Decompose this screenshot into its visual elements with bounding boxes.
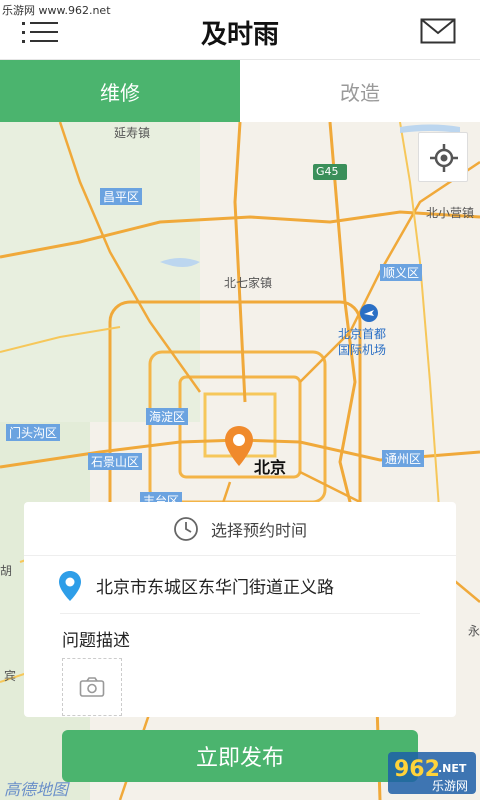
time-picker-label: 选择预约时间 [210,520,307,540]
amap-logo: 高德地图 [4,780,69,799]
map-label: 宾 [4,669,17,683]
locate-icon[interactable] [418,132,468,182]
map-label: 海淀区 [146,408,189,425]
tab-renovation[interactable]: 改造 [240,60,480,122]
site-watermark-logo: 962 .NET 乐游网 [388,750,478,796]
order-card: 选择预约时间 北京市东城区东华门街道正义路 问题描述 [24,502,456,717]
map-label: 北七家镇 [224,276,273,290]
tab-repair[interactable]: 维修 [0,60,240,122]
page-title: 及时雨 [200,20,279,50]
map-label: 昌平区 [100,188,143,205]
mail-icon[interactable] [420,18,456,44]
map-label: 永 [468,624,480,638]
clock-icon [174,516,198,541]
svg-text:乐游网: 乐游网 [432,779,468,793]
location-pin-icon [59,570,81,601]
add-photo-button[interactable] [62,658,122,716]
map-label: 门头沟区 [6,424,61,441]
watermark-text: 乐游网 www.962.net [2,4,111,17]
map-label: 顺义区 [380,264,423,281]
map-label: 胡 [0,564,13,578]
map-label: 延寿镇 [114,126,151,140]
address-field[interactable]: 北京市东城区东华门街道正义路 [59,558,420,614]
airport-label: 北京首都 国际机场 [338,327,387,357]
map-label: 通州区 [382,450,425,467]
tab-bar: 维修 改造 [0,60,480,122]
address-text: 北京市东城区东华门街道正义路 [96,578,334,598]
time-picker[interactable]: 选择预约时间 [24,502,456,556]
map-label: 石景山区 [88,453,143,470]
highway-label: G45 [316,165,339,178]
description-label: 问题描述 [62,631,130,651]
publish-button[interactable]: 立即发布 [62,730,418,782]
city-label: 北京 [254,458,287,477]
map-label: 北小营镇 [426,206,475,220]
svg-text:.NET: .NET [438,762,467,775]
camera-icon [79,677,105,697]
